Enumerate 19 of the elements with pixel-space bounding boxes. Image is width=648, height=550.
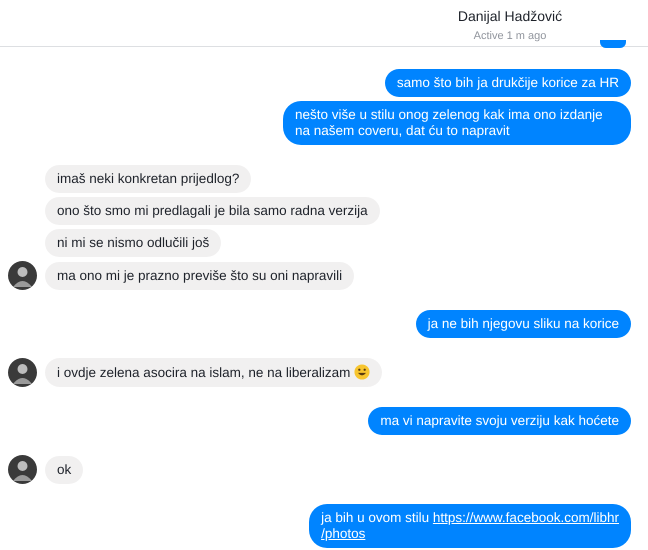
- message-bubble: ma ono mi je prazno previše što su oni napravili: [45, 262, 354, 290]
- avatar-icon: [8, 455, 37, 484]
- message-link[interactable]: /photos: [321, 526, 366, 541]
- message-bubble: ni mi se nismo odlučili još: [45, 229, 222, 257]
- message-bubble: imaš neki konkretan prijedlog?: [45, 165, 252, 193]
- message-bubble: ok: [45, 456, 84, 484]
- active-status: Active 1 m ago: [474, 29, 546, 43]
- avatar-icon: [8, 261, 37, 290]
- avatar-icon: [8, 358, 37, 387]
- message-bubble: samo što bih ja drukčije korice za HR: [384, 69, 631, 97]
- message-bubble: ma vi napravite svoju verziju kak hoćete: [368, 407, 631, 435]
- message-link[interactable]: https://www.facebook.com/libhr: [432, 510, 619, 525]
- message-bubble: i ovdje zelena asocira na islam, ne na liberalizam: [45, 358, 382, 387]
- message-bubble: ono što smo mi predlagali je bila samo radna verzija: [45, 197, 380, 225]
- contact-name: Danijal Hadžović: [458, 7, 562, 25]
- message-bubble-edge: [600, 40, 626, 48]
- message-bubble: ja ne bih njegovu sliku na korice: [416, 310, 631, 338]
- message-bubble: ja bih u ovom stilu https://www.facebook.com/libhr /photos: [309, 504, 631, 548]
- message-bubble: nešto više u stilu onog zelenog kak ima ono izdanje na našem coveru, dat ću to napravit: [283, 101, 631, 145]
